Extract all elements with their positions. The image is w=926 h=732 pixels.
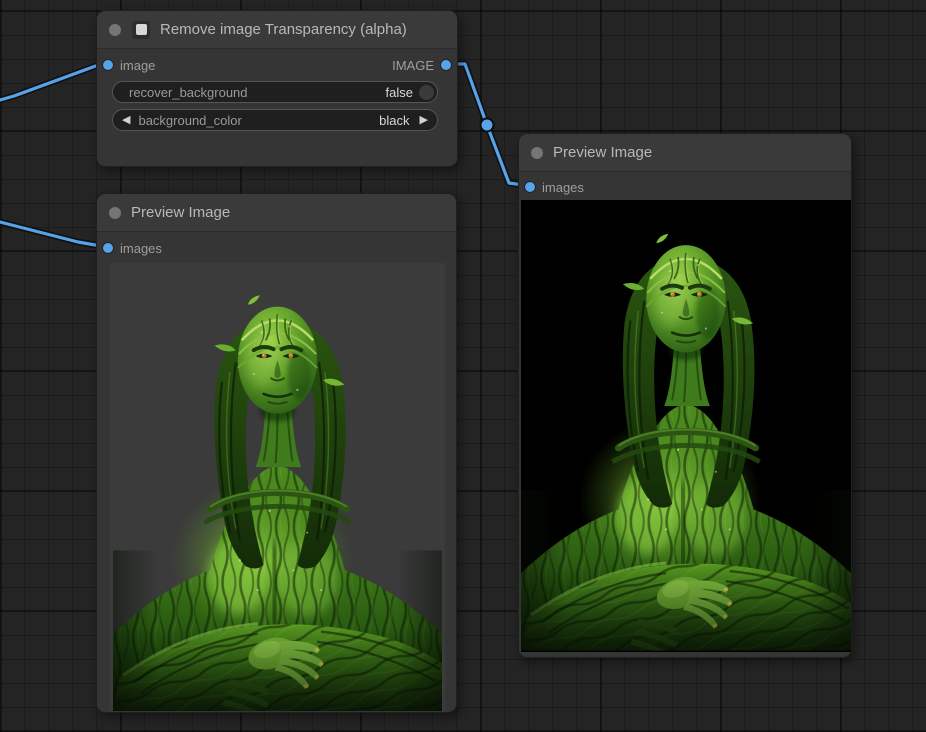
node-title: Remove image Transparency (alpha) [160, 21, 407, 38]
node-remove-transparency[interactable]: Remove image Transparency (alpha) image … [96, 10, 458, 167]
link-midpoint-dot[interactable] [481, 119, 494, 132]
green-vine-woman-image [521, 200, 851, 652]
input-dot-images[interactable] [103, 243, 113, 253]
widget-value: black [379, 113, 409, 128]
widget-name: background_color [138, 113, 241, 128]
collapse-dot[interactable] [109, 207, 121, 219]
output-port-image[interactable]: IMAGE [392, 58, 451, 73]
output-dot-image[interactable] [441, 60, 451, 70]
combo-right-arrow-icon[interactable]: ▶ [420, 115, 428, 126]
input-port-image[interactable]: image [103, 58, 155, 73]
toggle-knob[interactable] [419, 85, 434, 100]
node-title: Preview Image [553, 144, 652, 161]
widget-recover-background[interactable]: recover_background false [112, 81, 438, 103]
input-dot-image[interactable] [103, 60, 113, 70]
widget-background-color[interactable]: ◀ background_color black ▶ [112, 109, 438, 131]
node-titlebar[interactable]: Remove image Transparency (alpha) [97, 11, 457, 49]
preview-image-output[interactable] [521, 200, 851, 652]
input-label: images [120, 241, 162, 256]
combo-left-arrow-icon[interactable]: ◀ [122, 115, 130, 126]
node-preview-image-right[interactable]: Preview Image images [518, 133, 852, 658]
green-vine-woman-image [110, 263, 445, 711]
input-dot-images[interactable] [525, 182, 535, 192]
preview-image-output[interactable] [110, 263, 445, 711]
node-icon-square [132, 21, 150, 39]
collapse-dot[interactable] [109, 24, 121, 36]
node-title: Preview Image [131, 204, 230, 221]
input-port-images[interactable]: images [525, 180, 584, 195]
input-label: image [120, 58, 155, 73]
node-titlebar[interactable]: Preview Image [97, 194, 456, 232]
collapse-dot[interactable] [531, 147, 543, 159]
input-port-images[interactable]: images [103, 241, 162, 256]
node-preview-image-left[interactable]: Preview Image images [96, 193, 457, 713]
input-label: images [542, 180, 584, 195]
node-titlebar[interactable]: Preview Image [519, 134, 851, 172]
widget-name: recover_background [129, 85, 248, 100]
widget-value: false [386, 85, 413, 100]
output-label: IMAGE [392, 58, 434, 73]
node-editor-canvas[interactable]: Remove image Transparency (alpha) image … [0, 0, 926, 732]
